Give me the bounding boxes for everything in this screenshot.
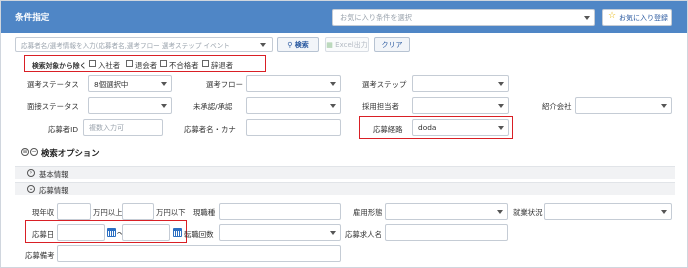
apply-date-from-input[interactable] (57, 224, 105, 241)
employment-select[interactable] (385, 203, 508, 220)
route-value: doda (418, 123, 437, 132)
exclude-declined-label: 辞退者 (211, 61, 234, 70)
apply-date-label: 応募日 (32, 230, 55, 239)
chevron-down-icon (161, 82, 167, 86)
chevron-right-icon: › (27, 169, 35, 177)
recruiter-select[interactable] (412, 97, 509, 114)
recruiter-label: 採用担当者 (362, 102, 399, 111)
search-button-label: 検索 (294, 41, 309, 49)
panel-title: 条件指定 (15, 13, 50, 23)
step-label: 選考ステップ (362, 80, 407, 89)
status-label: 選考ステータス (27, 80, 79, 89)
chevron-down-icon: ⌄ (27, 185, 35, 193)
apply-info-section[interactable]: ⌄ 応募情報 (15, 182, 675, 195)
expand-all-icon[interactable]: ≡ (21, 148, 29, 156)
step-select[interactable] (412, 75, 509, 92)
exclude-withdrawn-label: 退会者 (135, 61, 158, 70)
star-icon: ☆ (608, 11, 617, 21)
collapse-icon[interactable]: − (30, 148, 38, 156)
interview-status-label: 面接ステータス (27, 102, 79, 111)
basic-info-label: 基本情報 (39, 170, 69, 179)
income-min-input[interactable] (57, 203, 91, 220)
favorite-register-label: お気に入り登録 (619, 14, 668, 22)
exclude-declined-checkbox[interactable] (202, 60, 209, 67)
chevron-down-icon (661, 210, 667, 214)
chevron-down-icon (497, 210, 503, 214)
calendar-icon[interactable] (173, 228, 182, 237)
status-select[interactable]: 8個選択中 (88, 75, 172, 92)
search-panel: 条件指定 お気に入り条件を選択 ☆ お気に入り登録 応募者名/選考情報を入力(応… (0, 0, 688, 268)
search-placeholder: 応募者名/選考情報を入力(応募者名,選考フロー 選考ステップ イベント (21, 42, 230, 50)
keyword-search-input[interactable]: 応募者名/選考情報を入力(応募者名,選考フロー 選考ステップ イベント (15, 37, 273, 52)
chevron-down-icon (260, 43, 266, 47)
exclude-hired-checkbox[interactable] (89, 60, 96, 67)
chevron-down-icon (330, 231, 336, 235)
current-income-label: 現年収 (32, 208, 55, 217)
applicant-id-label: 応募者ID (48, 125, 79, 134)
chevron-down-icon (330, 104, 336, 108)
flow-label: 選考フロー (206, 80, 243, 89)
chevron-down-icon (498, 104, 504, 108)
agency-select[interactable] (575, 97, 672, 114)
income-under-label: 万円以下 (156, 208, 186, 217)
job-posting-input[interactable] (385, 224, 508, 241)
chevron-down-icon (661, 104, 667, 108)
favorite-select-placeholder: お気に入り条件を選択 (340, 13, 412, 22)
apply-note-input[interactable] (57, 245, 341, 262)
applicant-id-input[interactable]: 複数入力可 (83, 119, 163, 136)
search-button[interactable]: ⚲ 検索 (277, 37, 319, 52)
flow-select[interactable] (246, 75, 341, 92)
exclude-hired-label: 入社者 (98, 61, 121, 70)
interview-status-select[interactable] (88, 97, 172, 114)
applicant-id-placeholder: 複数入力可 (89, 124, 124, 132)
income-max-input[interactable] (122, 203, 154, 220)
current-job-label: 現職種 (193, 208, 216, 217)
income-over-label: 万円以上 (93, 208, 123, 217)
job-posting-label: 応募求人名 (345, 230, 382, 239)
chevron-down-icon (498, 126, 504, 130)
apply-info-label: 応募情報 (39, 186, 69, 195)
excel-button-label: Excel出力 (335, 41, 368, 49)
job-changes-label: 転職回数 (184, 230, 214, 239)
apply-date-to-input[interactable] (122, 224, 170, 241)
exclude-rejected-label: 不合格者 (169, 61, 199, 70)
exclude-rejected-checkbox[interactable] (160, 60, 167, 67)
calendar-icon[interactable] (107, 228, 116, 237)
exclude-withdrawn-checkbox[interactable] (126, 60, 133, 67)
basic-info-section[interactable]: › 基本情報 (15, 166, 675, 179)
approval-label: 未承認/承認 (193, 102, 233, 111)
search-icon: ⚲ (287, 41, 293, 49)
route-select[interactable]: doda (412, 119, 509, 136)
panel-header: 条件指定 お気に入り条件を選択 ☆ お気に入り登録 (1, 1, 687, 33)
exclude-label: 検索対象から除く (32, 62, 87, 70)
apply-note-label: 応募備考 (25, 251, 55, 260)
favorite-condition-select[interactable]: お気に入り条件を選択 (332, 9, 595, 26)
current-job-input[interactable] (219, 203, 341, 220)
work-status-label: 就業状況 (513, 208, 543, 217)
applicant-name-input[interactable] (246, 119, 341, 136)
applicant-name-label: 応募者名・カナ (184, 125, 236, 134)
clear-button-label: クリア (381, 41, 403, 49)
approval-select[interactable] (246, 97, 341, 114)
job-changes-select[interactable] (219, 224, 341, 241)
work-status-select[interactable] (544, 203, 672, 220)
chevron-down-icon (498, 82, 504, 86)
chevron-down-icon (330, 82, 336, 86)
agency-label: 紹介会社 (542, 102, 572, 111)
favorite-register-button[interactable]: ☆ お気に入り登録 (602, 9, 672, 26)
chevron-down-icon (584, 16, 590, 20)
route-label: 応募経路 (373, 125, 403, 134)
chevron-down-icon (161, 104, 167, 108)
clear-button[interactable]: クリア (374, 37, 410, 52)
employment-label: 雇用形態 (353, 208, 383, 217)
status-value: 8個選択中 (94, 80, 129, 89)
search-options-title: 検索オプション (41, 148, 100, 158)
excel-icon: ▦ (326, 41, 333, 49)
excel-export-button[interactable]: ▦ Excel出力 (325, 37, 369, 52)
